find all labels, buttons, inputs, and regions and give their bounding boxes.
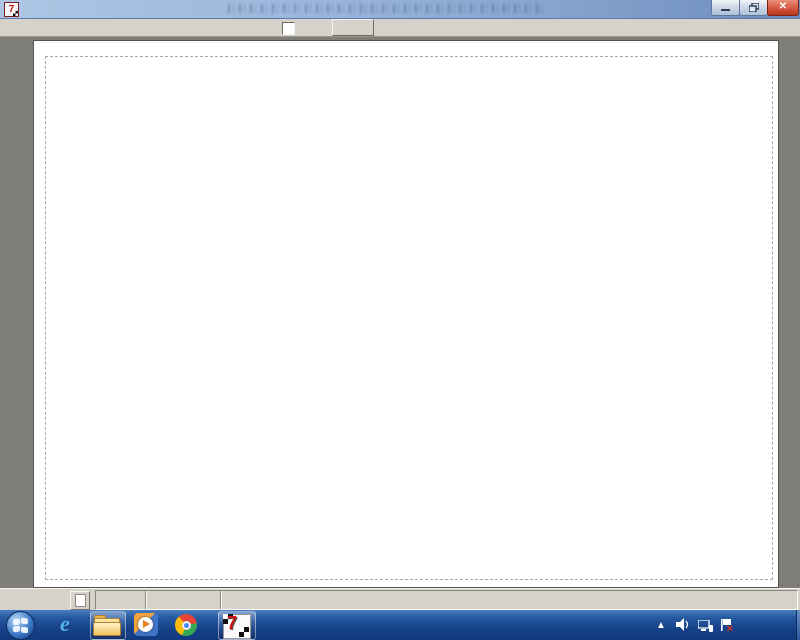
- statusbar: [0, 588, 800, 611]
- taskbar-item-dynojet-winpep[interactable]: 7: [218, 611, 256, 640]
- network-icon[interactable]: [698, 619, 713, 637]
- action-center-flag-icon[interactable]: ✕: [720, 618, 734, 637]
- speaker-icon[interactable]: [676, 618, 690, 636]
- restore-icon: [749, 3, 759, 12]
- page-margin-guide: [45, 56, 773, 580]
- start-button[interactable]: [6, 611, 35, 640]
- titlebar[interactable]: 7 ✕: [0, 0, 800, 19]
- taskbar-item-internet-explorer[interactable]: e: [52, 611, 84, 638]
- lock-aspect-ratio-checkbox[interactable]: [282, 22, 295, 35]
- screen: 7 ✕: [0, 0, 800, 640]
- minimize-icon: [721, 3, 730, 12]
- close-button[interactable]: ✕: [767, 0, 799, 16]
- show-desktop-button[interactable]: [796, 610, 800, 640]
- minimize-button[interactable]: [711, 0, 740, 16]
- document-icon: [75, 594, 86, 607]
- restore-button[interactable]: [739, 0, 768, 16]
- statusbar-empty-panel: [220, 590, 798, 610]
- internet-explorer-icon: e: [60, 611, 70, 637]
- statusbar-page-panel: [95, 590, 147, 610]
- taskbar-item-chrome[interactable]: [172, 611, 202, 638]
- taskbar-item-media-player[interactable]: [132, 611, 162, 638]
- page-select-button[interactable]: [70, 591, 90, 610]
- taskbar-item-windows-explorer[interactable]: [90, 611, 126, 640]
- options-button[interactable]: [332, 19, 374, 36]
- statusbar-zoom-panel: [145, 590, 222, 610]
- app-icon: 7: [4, 2, 19, 17]
- titlebar-blurred-path-text: [228, 4, 543, 13]
- toolbar: [0, 19, 800, 37]
- svg-text:✕: ✕: [726, 624, 734, 633]
- tray-expand-arrow-icon[interactable]: ▲: [656, 620, 666, 631]
- taskbar: e 7 ▲: [0, 610, 800, 640]
